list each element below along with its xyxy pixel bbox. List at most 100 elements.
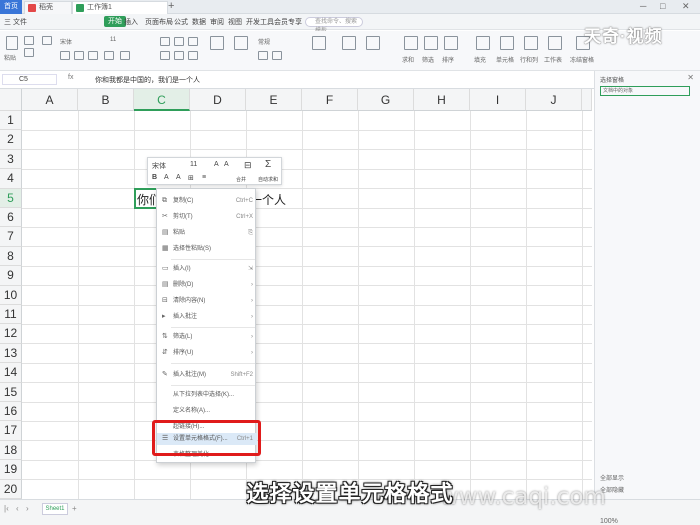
filter-icon[interactable] — [424, 36, 438, 50]
row-header-12[interactable]: 12 — [0, 324, 22, 344]
formula-input[interactable]: 你和我都是中国的，我们是一个人 — [95, 75, 200, 85]
menu-formula[interactable]: 公式 — [174, 17, 188, 27]
align-top-icon[interactable] — [160, 37, 170, 46]
percent-icon[interactable] — [272, 51, 282, 60]
ctx-filter[interactable]: ⇅ 筛选(L) › — [157, 331, 257, 343]
ctx-cut[interactable]: ✂ 剪切(T) Ctrl+X — [157, 211, 257, 223]
copy-icon[interactable] — [24, 48, 34, 57]
menu-view[interactable]: 视图 — [228, 17, 242, 27]
close-icon[interactable]: ✕ — [687, 73, 694, 82]
col-header-e[interactable]: E — [246, 89, 302, 111]
col-header-g[interactable]: G — [358, 89, 414, 111]
conditional-format-icon[interactable] — [312, 36, 326, 50]
row-header-1[interactable]: 1 — [0, 111, 22, 131]
align-middle-icon[interactable] — [174, 37, 184, 46]
font-size[interactable]: 11 — [110, 37, 116, 43]
row-header-13[interactable]: 13 — [0, 343, 22, 364]
currency-icon[interactable] — [258, 51, 268, 60]
menu-member[interactable]: 会员专享 — [274, 17, 302, 27]
row-header-14[interactable]: 14 — [0, 363, 22, 383]
ctx-paste[interactable]: ▤ 粘贴 ⎘ — [157, 227, 257, 239]
zoom-level[interactable]: 100% — [600, 518, 618, 525]
col-header-i[interactable]: I — [470, 89, 526, 111]
row-header-9[interactable]: 9 — [0, 266, 22, 286]
menu-file[interactable]: 三 文件 — [4, 17, 27, 27]
merge-center-icon[interactable] — [210, 36, 224, 50]
menu-data[interactable]: 数据 — [192, 17, 206, 27]
table-style-icon[interactable] — [342, 36, 356, 50]
font-name[interactable]: 宋体 — [60, 37, 72, 46]
col-header-a[interactable]: A — [22, 89, 78, 111]
shrink-font-icon[interactable]: A — [224, 161, 229, 168]
ctx-delete[interactable]: ▤ 删除(D) › — [157, 279, 257, 291]
ctx-pick-from-list[interactable]: 从下拉列表中选择(K)... — [157, 389, 257, 401]
col-header-d[interactable]: D — [190, 89, 246, 111]
italic-icon[interactable] — [74, 51, 84, 60]
row-header-15[interactable]: 15 — [0, 382, 22, 402]
menu-home[interactable]: 开始 — [104, 16, 126, 27]
ctx-clear-contents[interactable]: ⊟ 清除内容(N) › — [157, 295, 257, 307]
menu-insert[interactable]: 插入 — [124, 17, 138, 27]
underline-icon[interactable] — [88, 51, 98, 60]
minimize-icon[interactable]: ─ — [640, 1, 646, 11]
row-col-icon[interactable] — [524, 36, 538, 50]
row-header-16[interactable]: 16 — [0, 402, 22, 422]
row-header-8[interactable]: 8 — [0, 246, 22, 267]
col-header-f[interactable]: F — [302, 89, 358, 111]
menu-developer[interactable]: 开发工具 — [246, 17, 274, 27]
doc-tab-workbook[interactable]: 工作簿1 — [72, 1, 168, 14]
font-color-icon[interactable] — [120, 51, 130, 60]
ctx-define-name[interactable]: 定义名称(A)... — [157, 405, 257, 417]
doc-tab-daoke[interactable]: 稻壳 — [24, 1, 72, 14]
row-header-10[interactable]: 10 — [0, 285, 22, 305]
ctx-sort[interactable]: ⇵ 排序(U) › — [157, 347, 257, 359]
ctx-insert-comment[interactable]: ✎ 插入批注(M) Shift+F2 — [157, 369, 257, 381]
mini-font-name[interactable]: 宋体 — [152, 161, 166, 171]
mini-font-color-icon[interactable]: A — [176, 174, 181, 181]
close-icon[interactable]: ✕ — [682, 1, 690, 12]
fill-color-icon[interactable] — [104, 51, 114, 60]
col-header-b[interactable]: B — [78, 89, 134, 111]
fill-icon[interactable] — [476, 36, 490, 50]
menu-page-layout[interactable]: 页面布局 — [145, 17, 173, 27]
ctx-paste-special[interactable]: ▦ 选择性粘贴(S) — [157, 243, 257, 255]
mini-align-icon[interactable]: ≡ — [202, 174, 206, 181]
row-header-3[interactable]: 3 — [0, 149, 22, 170]
cell-icon[interactable] — [500, 36, 514, 50]
maximize-icon[interactable]: □ — [660, 1, 665, 11]
align-left-icon[interactable] — [160, 51, 170, 60]
row-header-6[interactable]: 6 — [0, 208, 22, 228]
col-header-j[interactable]: J — [526, 89, 582, 111]
align-right-icon[interactable] — [188, 51, 198, 60]
paste-icon[interactable] — [6, 36, 18, 50]
worksheet-icon[interactable] — [548, 36, 562, 50]
pane-object-list[interactable]: 文档中的对象 — [600, 86, 690, 96]
name-box[interactable]: C5 — [2, 74, 57, 85]
row-header-4[interactable]: 4 — [0, 169, 22, 189]
mini-border-icon[interactable]: ⊞ — [188, 174, 194, 182]
new-tab-icon[interactable]: + — [168, 0, 174, 13]
merge-icon[interactable]: ⊟ — [244, 160, 252, 171]
row-header-5[interactable]: 5 — [0, 188, 22, 208]
command-search-input[interactable]: 查找命令、搜索模板 — [305, 17, 363, 34]
autosum-icon[interactable]: Σ — [265, 159, 271, 170]
fx-icon[interactable]: fx — [68, 74, 73, 81]
spreadsheet-grid[interactable]: A B C D E F G H I J 1 2 3 4 5 6 7 8 9 10… — [0, 89, 592, 499]
sort-icon[interactable] — [444, 36, 458, 50]
row-header-17[interactable]: 17 — [0, 421, 22, 441]
cut-icon[interactable] — [24, 36, 34, 45]
cell-style-icon[interactable] — [366, 36, 380, 50]
row-header-2[interactable]: 2 — [0, 130, 22, 150]
col-header-k[interactable] — [582, 89, 592, 111]
grow-font-icon[interactable]: A — [214, 161, 219, 168]
align-center-icon[interactable] — [174, 51, 184, 60]
select-all-corner[interactable] — [0, 89, 22, 111]
sum-icon[interactable] — [404, 36, 418, 50]
ctx-copy[interactable]: ⧉ 复制(C) Ctrl+C — [157, 195, 257, 207]
row-header-18[interactable]: 18 — [0, 440, 22, 461]
align-bottom-icon[interactable] — [188, 37, 198, 46]
row-header-11[interactable]: 11 — [0, 305, 22, 325]
col-header-h[interactable]: H — [414, 89, 470, 111]
ctx-insert-comment-top[interactable]: ▸ 插入批注 › — [157, 311, 257, 323]
home-tab[interactable]: 首页 — [0, 0, 22, 14]
